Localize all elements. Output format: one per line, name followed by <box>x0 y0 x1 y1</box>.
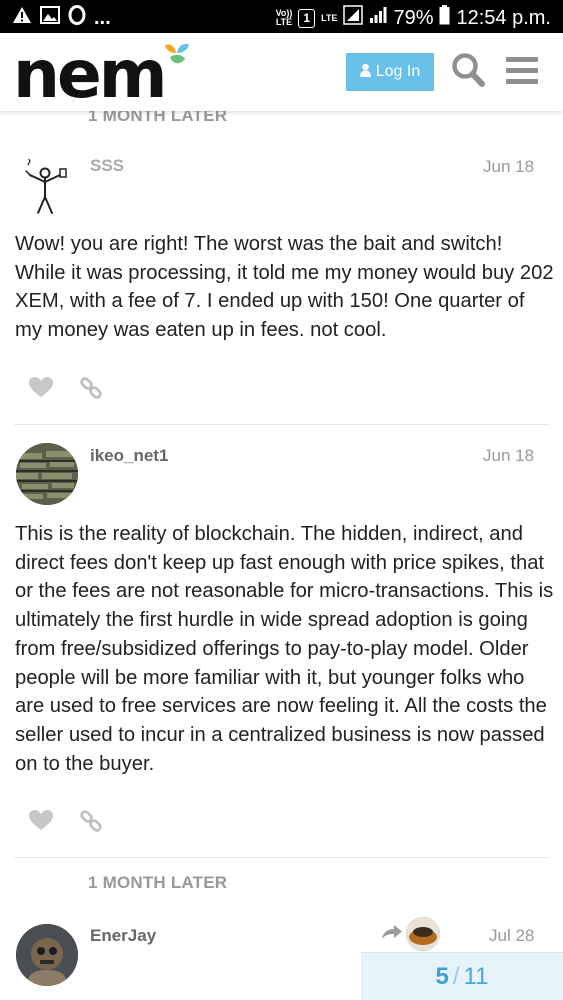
post-divider <box>14 857 550 858</box>
status-bar: ... Vo)) LTE 1 LTE 79% 12:54 p.m. <box>0 0 563 33</box>
progress-current: 5 <box>435 962 449 990</box>
stick-figure-avatar-icon <box>25 157 67 214</box>
lte-label: LTE <box>321 12 338 23</box>
post-divider <box>14 424 550 425</box>
nem-logo-mark-icon <box>163 43 191 74</box>
sim-badge: 1 <box>298 8 316 28</box>
battery-icon <box>439 5 450 31</box>
menu-line <box>506 68 538 73</box>
progress-total: 11 <box>463 962 489 990</box>
volte-icon: Vo)) LTE <box>275 8 293 27</box>
warning-icon <box>12 6 32 30</box>
user-icon <box>359 63 371 82</box>
post-username[interactable]: ikeo_net1 <box>90 446 168 466</box>
clock: 12:54 p.m. <box>456 6 551 29</box>
reply-arrow-icon <box>381 924 403 945</box>
progress-separator: / <box>452 962 460 990</box>
like-heart-icon[interactable] <box>28 809 54 836</box>
status-left: ... <box>12 5 111 31</box>
post-date[interactable]: Jul 28 <box>489 926 534 946</box>
battery-percent: 79% <box>393 6 434 29</box>
post-body: Wow! you are right! The worst was the ba… <box>15 233 554 342</box>
login-label: Log In <box>375 63 421 80</box>
post-date[interactable]: Jun 18 <box>483 446 534 466</box>
avatar[interactable] <box>16 924 78 986</box>
share-link-icon[interactable] <box>79 376 103 405</box>
post-body: This is the reality of blockchain. The h… <box>15 523 554 775</box>
image-icon <box>40 6 60 30</box>
post-username[interactable]: EnerJay <box>90 926 156 946</box>
rusted-figure-avatar-icon <box>16 924 78 986</box>
more-indicator: ... <box>94 6 111 29</box>
post-username[interactable]: SSS <box>90 156 124 176</box>
menu-line <box>506 79 538 84</box>
signal-box-icon <box>343 5 364 31</box>
search-button[interactable] <box>451 52 485 90</box>
status-right: Vo)) LTE 1 LTE 79% 12:54 p.m. <box>276 5 551 31</box>
topic-progress-widget[interactable]: 5 / 11 <box>361 952 563 1000</box>
opera-icon <box>68 5 86 31</box>
avatar[interactable] <box>16 153 78 215</box>
search-icon <box>451 53 485 92</box>
reply-avatar-icon <box>406 917 440 951</box>
menu-line <box>506 57 538 62</box>
avatar[interactable] <box>16 443 78 505</box>
post-date[interactable]: Jun 18 <box>483 157 534 177</box>
signal-icon <box>369 6 387 30</box>
login-button[interactable]: Log In <box>346 53 434 91</box>
reply-to-avatar[interactable] <box>406 917 440 951</box>
site-header: nem Log In <box>0 33 563 111</box>
share-link-icon[interactable] <box>79 809 103 838</box>
nem-logo[interactable]: nem <box>13 42 168 108</box>
like-heart-icon[interactable] <box>28 376 54 403</box>
hamburger-menu-button[interactable] <box>506 57 538 87</box>
money-stack-avatar-icon <box>16 443 78 505</box>
time-gap-label: 1 MONTH LATER <box>88 873 228 892</box>
